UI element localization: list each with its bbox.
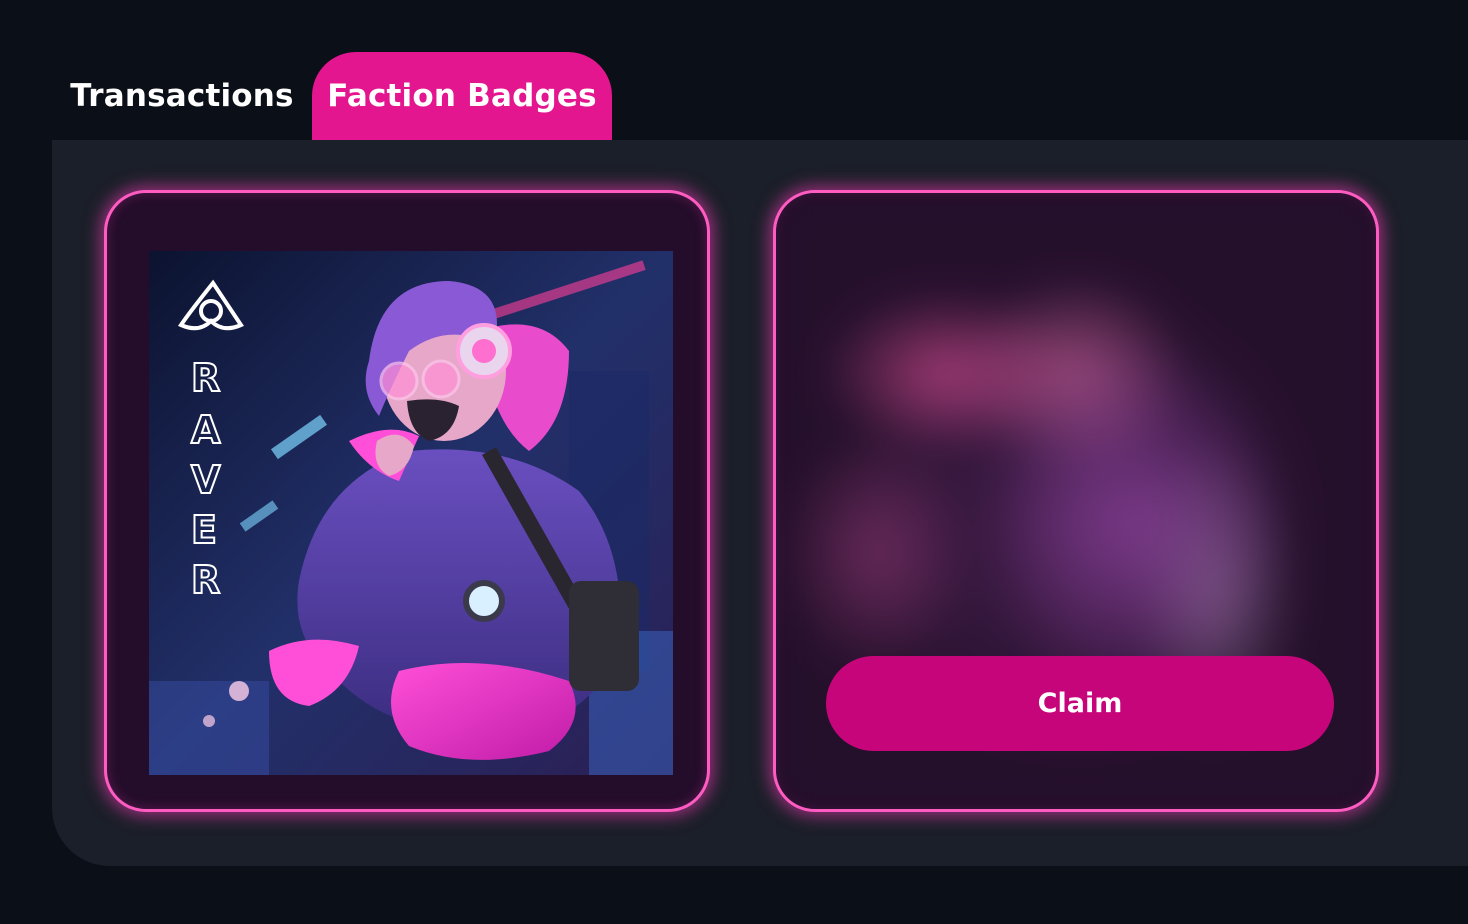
badge-artwork: R A V E R (149, 251, 673, 775)
badge-letter: R (191, 558, 220, 602)
badge-image: R A V E R (149, 251, 673, 775)
app-root: Transactions Faction Badges R A V E R Cl… (0, 0, 1468, 924)
tab-faction-badges[interactable]: Faction Badges (312, 52, 612, 140)
badge-card-raver[interactable]: R A V E R (104, 190, 710, 812)
badge-letter: V (191, 458, 221, 502)
badge-card-locked: Claim (773, 190, 1379, 812)
badge-letter: E (191, 508, 217, 552)
claim-button[interactable]: Claim (826, 656, 1334, 751)
badge-letter: R (191, 356, 220, 400)
tab-transactions[interactable]: Transactions (52, 52, 312, 140)
tab-bar: Transactions Faction Badges (52, 52, 612, 140)
badge-letter: A (191, 408, 221, 452)
